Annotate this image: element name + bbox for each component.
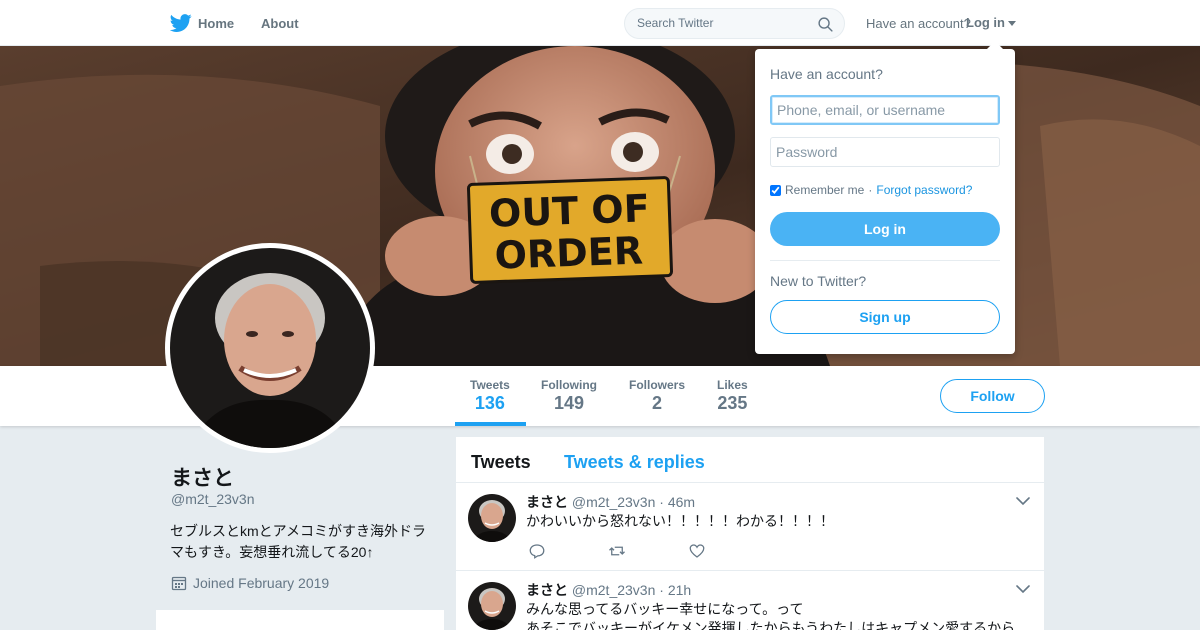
- remember-me-label[interactable]: Remember me: [785, 183, 864, 197]
- like-heart-icon[interactable]: [688, 542, 706, 560]
- active-stat-indicator: [455, 422, 526, 426]
- tweet-text: みんな思ってるバッキー幸せになって。って: [526, 601, 804, 617]
- profile-avatar[interactable]: [165, 243, 375, 453]
- login-dropdown: Have an account? Remember me · Forgot pa…: [755, 41, 1015, 354]
- profile-joined: Joined February 2019: [171, 575, 329, 591]
- nav-home-link[interactable]: Home: [170, 12, 234, 34]
- profile-handle[interactable]: @m2t_23v3n: [171, 491, 254, 507]
- stat-label: Following: [541, 378, 597, 392]
- timeline: Tweets Tweets & replies まさと @m2t_23v3n ·…: [456, 437, 1044, 630]
- tweet-item[interactable]: まさと @m2t_23v3n · 21h みんな思ってるバッキー幸せになって。っ…: [456, 571, 1044, 630]
- remember-row: Remember me · Forgot password?: [770, 183, 972, 197]
- tweet-separator: ·: [659, 494, 664, 510]
- stat-followers[interactable]: Followers 2: [629, 378, 685, 414]
- tweet-actions: [528, 542, 706, 560]
- tweet-avatar-image: [468, 582, 516, 630]
- timeline-tabs: Tweets Tweets & replies: [456, 437, 1044, 483]
- login-button[interactable]: Log in: [770, 212, 1000, 246]
- dropdown-arrow: [987, 41, 1003, 49]
- joined-text: Joined February 2019: [193, 575, 330, 591]
- profile-bio: セブルスとkmとアメコミがすき海外ドラマもすき。妄想垂れ流してる20↑: [170, 523, 426, 560]
- tweet-author-name[interactable]: まさと: [526, 494, 568, 510]
- stat-likes[interactable]: Likes 235: [717, 378, 748, 414]
- twitter-bird-icon: [170, 14, 192, 32]
- tweet-header: まさと @m2t_23v3n · 21h: [526, 580, 691, 600]
- nav-home-label: Home: [198, 15, 235, 31]
- stat-following[interactable]: Following 149: [541, 378, 597, 414]
- tweet-avatar[interactable]: [468, 582, 516, 630]
- left-card: [156, 610, 444, 630]
- tweet-author-name[interactable]: まさと: [526, 582, 568, 598]
- tweet-separator: ·: [659, 582, 664, 598]
- stat-tweets[interactable]: Tweets 136: [470, 378, 510, 414]
- caret-down-icon: [1008, 21, 1016, 26]
- tab-tweets-replies[interactable]: Tweets & replies: [564, 452, 705, 473]
- search-input[interactable]: [637, 16, 807, 30]
- stat-value: 2: [652, 393, 663, 413]
- reply-icon[interactable]: [528, 542, 546, 560]
- tweet-timestamp[interactable]: 21h: [668, 582, 691, 598]
- tweet-item[interactable]: まさと @m2t_23v3n · 46m かわいいから怒れない！！！！！わかる！…: [456, 483, 1044, 571]
- search-box: [624, 8, 845, 39]
- tweet-timestamp[interactable]: 46m: [668, 494, 695, 510]
- stat-value: 235: [717, 393, 748, 413]
- stat-value: 136: [474, 393, 505, 413]
- chevron-down-icon[interactable]: [1016, 584, 1030, 594]
- forgot-password-link[interactable]: Forgot password?: [876, 183, 972, 197]
- tweet-text-line2: あそこでバッキーがイケメン発揮したからもうわたしはキャプメン愛するから: [526, 620, 1016, 630]
- tweet-avatar[interactable]: [468, 494, 516, 542]
- top-nav: Home About Have an account? Log in: [0, 0, 1200, 46]
- remember-separator: ·: [868, 183, 873, 197]
- remember-me-checkbox[interactable]: [770, 184, 781, 196]
- follow-button[interactable]: Follow: [940, 379, 1045, 413]
- profile-name: まさと: [171, 467, 234, 490]
- signup-button[interactable]: Sign up: [770, 300, 1000, 334]
- have-account-text: Have an account?: [866, 16, 971, 31]
- avatar-image: [170, 248, 370, 448]
- stat-label: Likes: [717, 378, 748, 392]
- retweet-icon[interactable]: [608, 542, 626, 560]
- tweet-text: かわいいから怒れない！！！！！わかる！！！！: [526, 513, 834, 529]
- search-icon[interactable]: [817, 16, 834, 33]
- tweet-header: まさと @m2t_23v3n · 46m: [526, 492, 695, 512]
- stat-value: 149: [553, 393, 585, 413]
- chevron-down-icon[interactable]: [1016, 496, 1030, 506]
- tab-tweets[interactable]: Tweets: [471, 452, 531, 473]
- banner-sign-line2: ORDER: [494, 228, 644, 277]
- login-dropdown-title: Have an account?: [770, 66, 883, 82]
- calendar-icon: [171, 576, 187, 591]
- tweet-avatar-image: [468, 494, 516, 542]
- new-to-twitter-text: New to Twitter?: [770, 273, 867, 289]
- tweet-author-handle[interactable]: @m2t_23v3n: [572, 582, 655, 598]
- login-label: Log in: [966, 15, 1005, 30]
- nav-about-link[interactable]: About: [261, 16, 299, 31]
- username-input[interactable]: [770, 95, 1000, 125]
- divider: [770, 260, 1000, 261]
- stat-label: Tweets: [470, 378, 510, 392]
- login-dropdown-toggle[interactable]: Log in: [966, 15, 1016, 30]
- tweet-author-handle[interactable]: @m2t_23v3n: [572, 494, 655, 510]
- stat-label: Followers: [629, 378, 686, 392]
- password-input[interactable]: [770, 137, 1000, 167]
